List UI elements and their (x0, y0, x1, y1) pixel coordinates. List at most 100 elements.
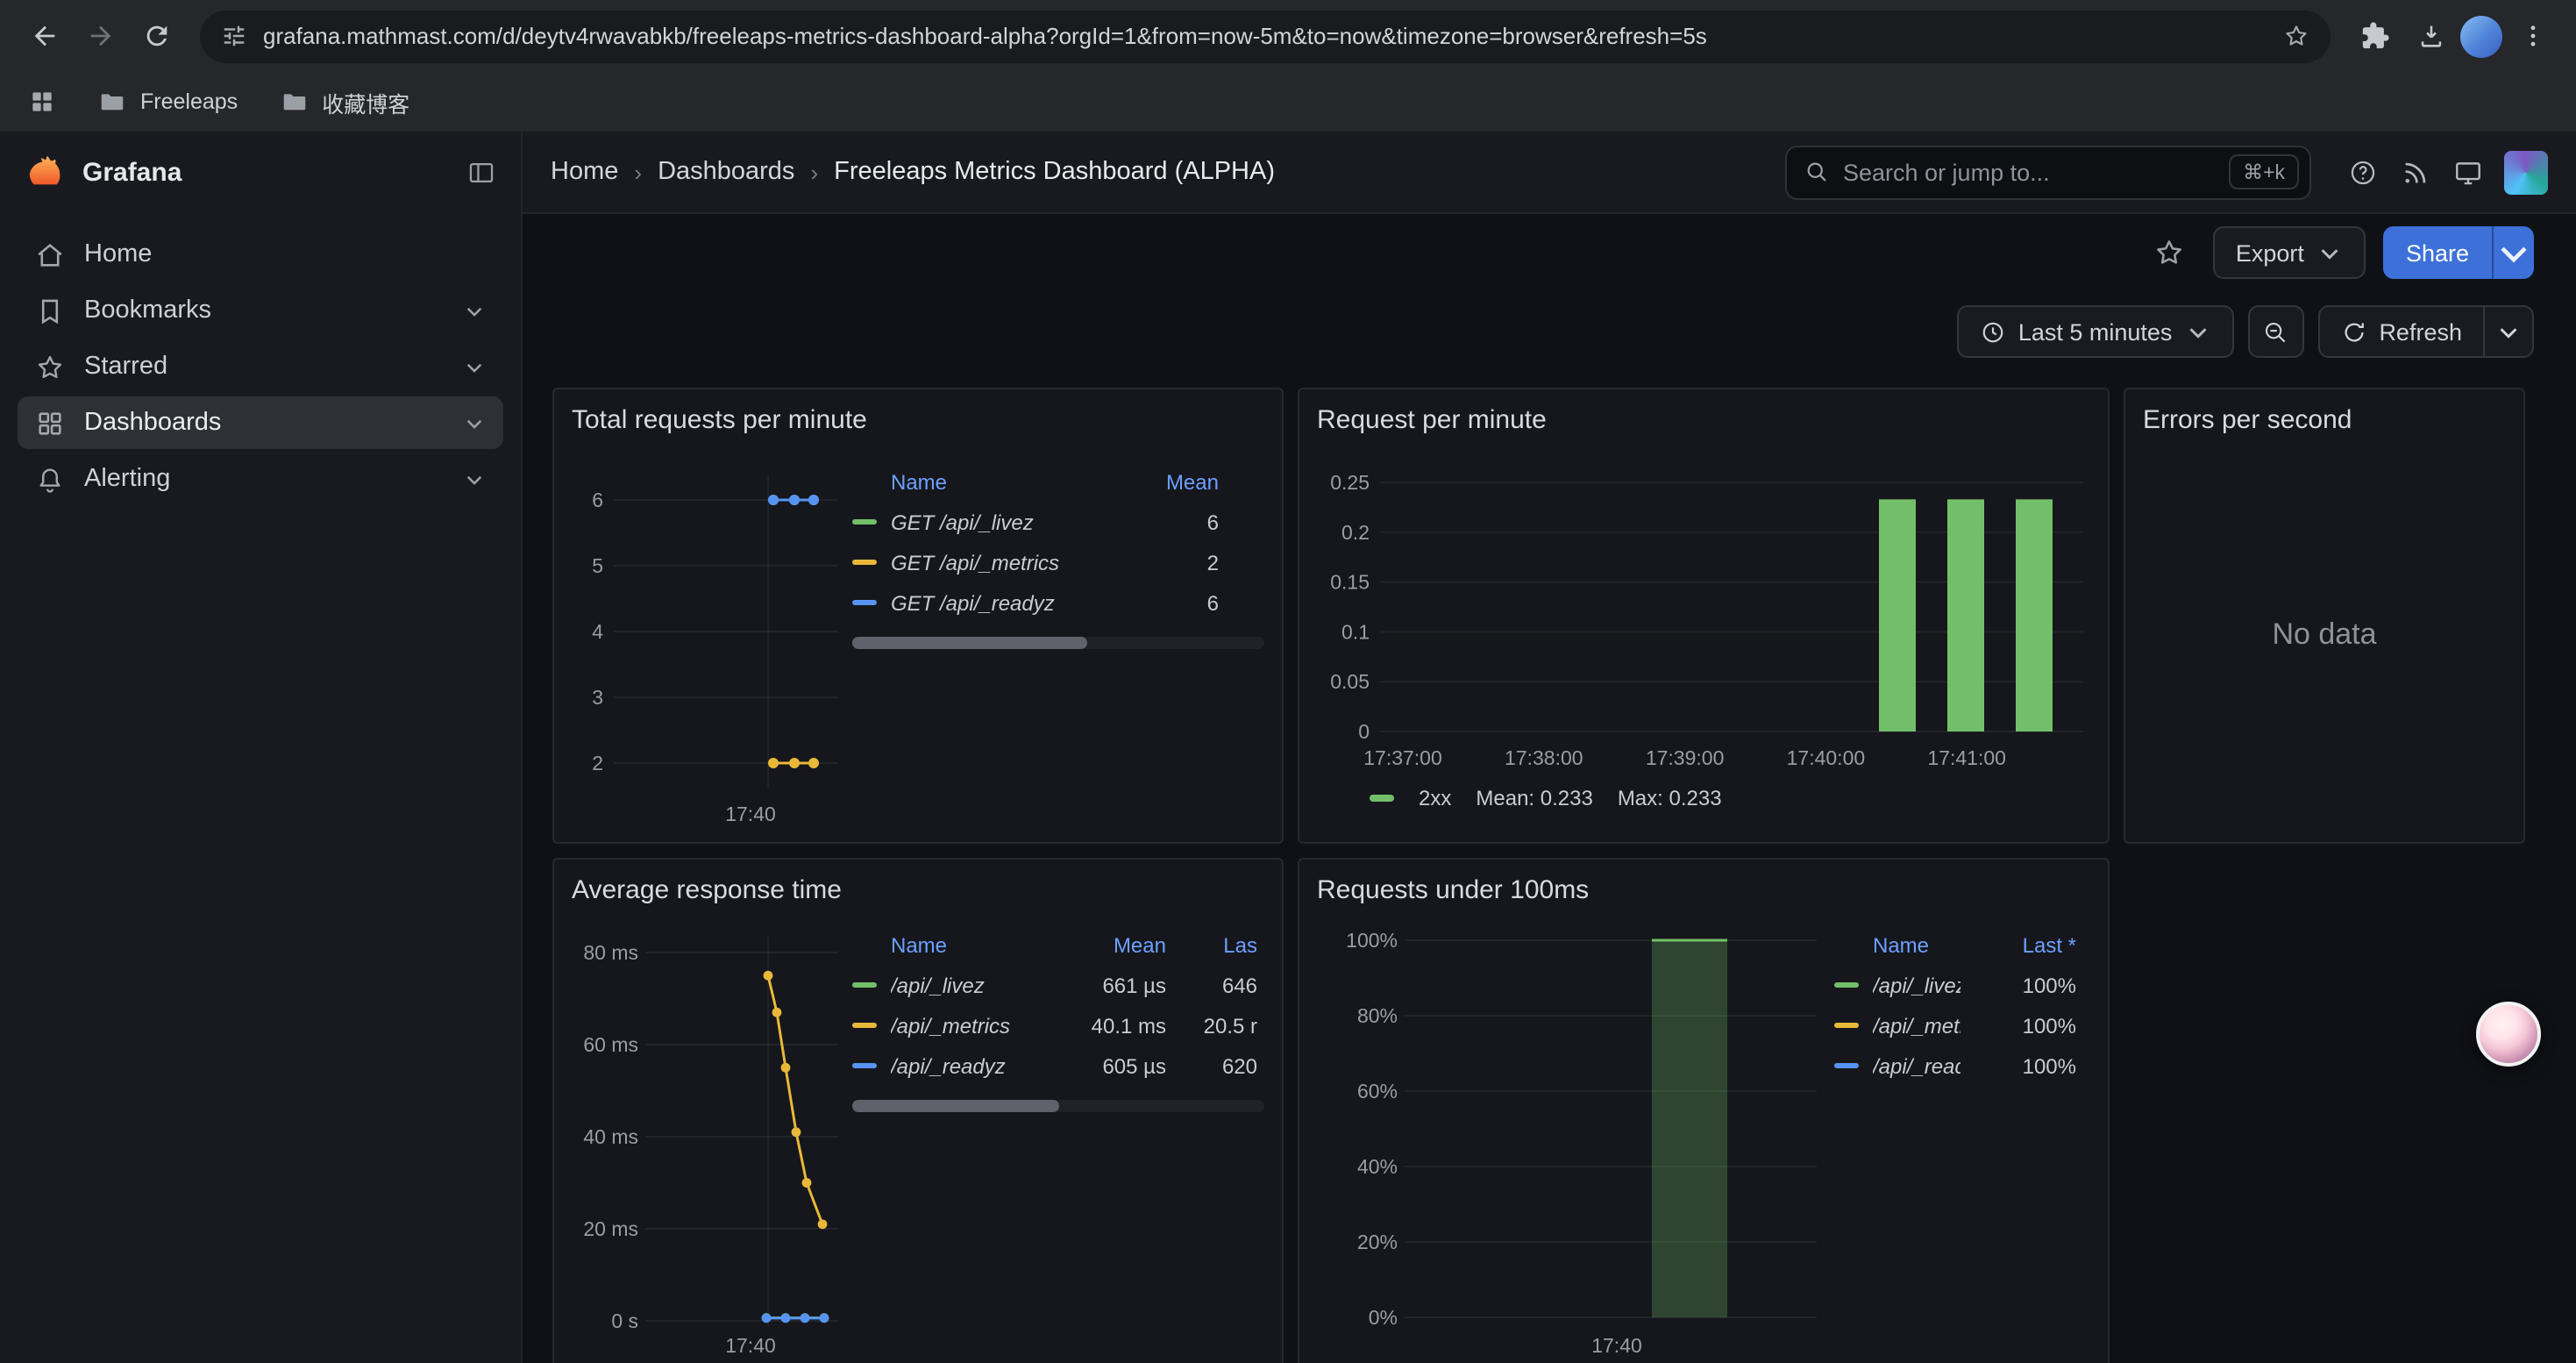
sidebar-item-bookmarks[interactable]: Bookmarks (18, 284, 503, 337)
breadcrumb-item[interactable]: Home (551, 158, 618, 186)
chevron-down-icon[interactable] (463, 299, 486, 322)
breadcrumb-item[interactable]: Dashboards (658, 158, 794, 186)
svg-text:0 s: 0 s (611, 1309, 638, 1332)
bookmark-folder[interactable]: 收藏博客 (280, 85, 409, 118)
refresh-button[interactable]: Refresh (2319, 307, 2483, 356)
sidebar-item-starred[interactable]: Starred (18, 340, 503, 393)
downloads-icon[interactable] (2404, 10, 2457, 62)
chevron-down-icon[interactable] (463, 467, 486, 490)
panel-title[interactable]: Average response time (572, 874, 1264, 909)
panel-title[interactable]: Requests under 100ms (1317, 874, 2090, 909)
legend-row[interactable]: /api/_readyz605 µs620 (852, 1045, 1264, 1086)
panel-title[interactable]: Total requests per minute (572, 403, 1264, 439)
sidebar-item-alerting[interactable]: Alerting (18, 453, 503, 505)
svg-text:0.25: 0.25 (1330, 471, 1370, 494)
zoom-out-button[interactable] (2247, 305, 2303, 358)
home-icon (35, 239, 65, 269)
chevron-down-icon[interactable] (463, 355, 486, 378)
legend-column-header[interactable]: Name (891, 933, 1057, 958)
scrollbar-thumb[interactable] (852, 637, 1087, 649)
svg-text:20%: 20% (1357, 1231, 1398, 1253)
share-button[interactable]: Share (2383, 226, 2534, 279)
panel-title[interactable]: Request per minute (1317, 403, 2090, 439)
breadcrumb: Home›Dashboards›Freeleaps Metrics Dashbo… (551, 158, 1275, 186)
share-options-icon[interactable] (2492, 226, 2534, 279)
assistant-avatar[interactable] (2476, 1002, 2541, 1067)
bar-chart[interactable]: 0.250.20.150.10.05017:37:0017:38:0017:39… (1317, 446, 2094, 772)
panel-legend: 2xxMean: 0.233Max: 0.233 (1317, 786, 2090, 810)
grafana-logo[interactable] (25, 153, 65, 193)
time-range-picker[interactable]: Last 5 minutes (1957, 305, 2234, 358)
panel-errors-per-second: Errors per second No data (2124, 388, 2525, 844)
bookmark-folder[interactable]: Freeleaps (98, 88, 238, 116)
line-chart[interactable]: 2345617:40 (572, 446, 838, 831)
search-shortcut: ⌘+k (2229, 154, 2299, 189)
browser-profile-avatar[interactable] (2460, 15, 2502, 57)
reload-icon[interactable] (130, 10, 182, 62)
browser-toolbar: grafana.mathmast.com/d/deytv4rwavabkb/fr… (0, 0, 2576, 72)
brand-title: Grafana (82, 158, 181, 188)
series-name: GET /api/_readyz (891, 590, 1131, 615)
legend-column-header[interactable]: Last * (1978, 933, 2076, 958)
apps-grid-icon[interactable] (28, 88, 56, 116)
panel-legend: Name Mean GET /api/_livez6GET /api/_metric… (852, 446, 1264, 831)
zoom-out-icon (2262, 318, 2288, 345)
address-bar[interactable]: grafana.mathmast.com/d/deytv4rwavabkb/fr… (200, 10, 2330, 62)
svg-text:60 ms: 60 ms (583, 1033, 638, 1056)
news-icon[interactable] (2388, 146, 2441, 198)
site-settings-icon[interactable] (221, 23, 247, 49)
chevron-down-icon[interactable] (463, 411, 486, 434)
refresh-interval-icon[interactable] (2485, 307, 2532, 356)
folder-icon (98, 88, 126, 116)
search-box[interactable]: ⌘+k (1785, 145, 2311, 199)
legend-row[interactable]: GET /api/_readyz6 (852, 582, 1264, 623)
legend-row[interactable]: /api/_readyz100% (1834, 1045, 2090, 1086)
svg-text:5: 5 (592, 554, 603, 577)
legend-row[interactable]: /api/_livez661 µs646 (852, 965, 1264, 1005)
search-icon (1804, 160, 1829, 184)
svg-text:80%: 80% (1357, 1004, 1398, 1027)
legend-column-header[interactable]: Name (891, 470, 1131, 495)
legend-row[interactable]: GET /api/_livez6 (852, 502, 1264, 542)
series-color-dash (852, 1063, 877, 1069)
bookmark-folder-label: Freeleaps (140, 89, 238, 114)
browser-menu-icon[interactable] (2506, 10, 2558, 62)
legend-row[interactable]: /api/_metrics100% (1834, 1005, 2090, 1045)
legend-scrollbar[interactable] (852, 1100, 1264, 1112)
legend-scrollbar[interactable] (852, 637, 1264, 649)
sidebar-item-home[interactable]: Home (18, 228, 503, 281)
bar-chart[interactable]: 100%80%60%40%20%0%17:40 (1317, 916, 1820, 1363)
legend-row[interactable]: /api/_livez100% (1834, 965, 2090, 1005)
legend-row[interactable]: /api/_metrics40.1 ms20.5 r (852, 1005, 1264, 1045)
help-icon[interactable] (2336, 146, 2388, 198)
panel-legend: Name Mean Las/api/_livez661 µs646/api/_met… (852, 916, 1264, 1363)
collapse-sidebar-icon[interactable] (466, 158, 496, 188)
legend-row[interactable]: 2xxMean: 0.233Max: 0.233 (1317, 786, 2090, 810)
panel-title[interactable]: Errors per second (2143, 403, 2506, 439)
sidebar-item-dashboards[interactable]: Dashboards (18, 396, 503, 449)
dashboard-actions: Export Share (552, 225, 2534, 281)
legend-column-header[interactable]: Las (1184, 933, 1257, 958)
display-icon[interactable] (2441, 146, 2494, 198)
export-button[interactable]: Export (2213, 226, 2366, 279)
search-input[interactable] (1843, 159, 2215, 185)
scrollbar-thumb[interactable] (852, 1100, 1058, 1112)
extensions-icon[interactable] (2348, 10, 2401, 62)
svg-text:2: 2 (592, 752, 603, 774)
line-chart[interactable]: 80 ms60 ms40 ms20 ms0 s17:40 (572, 916, 838, 1363)
time-controls: Last 5 minutes Refresh (552, 305, 2534, 358)
legend-row[interactable]: GET /api/_metrics2 (852, 542, 1264, 582)
forward-icon[interactable] (74, 10, 126, 62)
svg-text:17:41:00: 17:41:00 (1927, 746, 2006, 769)
legend-column-header[interactable]: Mean (1075, 933, 1166, 958)
legend-column-header[interactable]: Name (1873, 933, 1960, 958)
svg-text:6: 6 (592, 489, 603, 511)
legend-column-header[interactable]: Mean (1149, 470, 1219, 495)
browser-chrome: grafana.mathmast.com/d/deytv4rwavabkb/fr… (0, 0, 2576, 132)
bookmark-star-icon[interactable] (2283, 23, 2309, 49)
favorite-dashboard-icon[interactable] (2143, 226, 2195, 279)
user-avatar[interactable] (2504, 150, 2548, 194)
back-icon[interactable] (18, 10, 70, 62)
svg-text:0.15: 0.15 (1330, 571, 1370, 594)
panel-legend: Name Last * /api/_livez100%/api/_metrics10… (1834, 916, 2090, 1363)
